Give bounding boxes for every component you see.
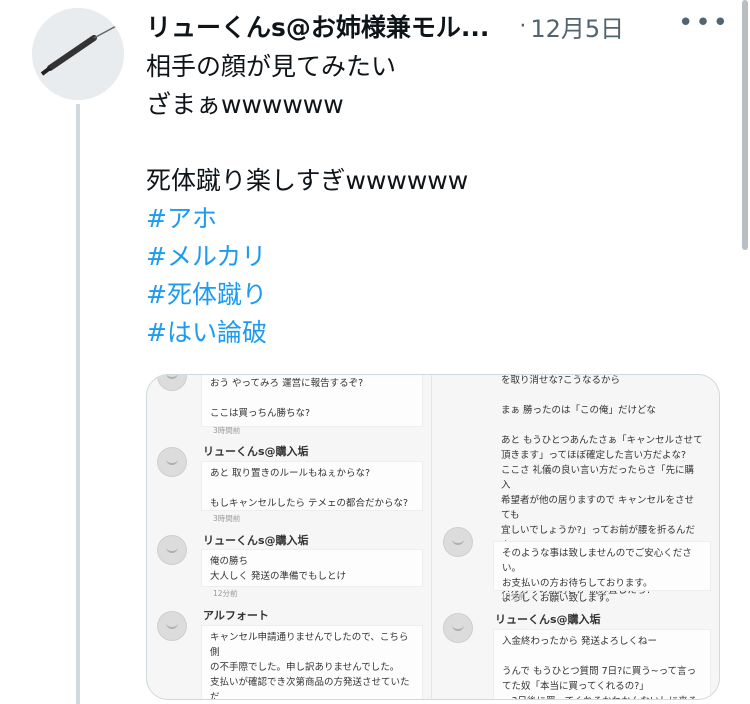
sender-name: リューくんs@購入垢	[203, 534, 309, 547]
message-time: 3時間前	[213, 514, 241, 523]
chat-bubble: キャンセル申請通りませんでしたので、こちら側 の不手際でした。申し訳ありませんで…	[201, 625, 423, 699]
hashtag-link[interactable]: #アホ	[146, 200, 217, 238]
chat-bubble: 入金終わったから 発送よろしくねー うんで もうひとつ質問 7日?に買う~って言…	[493, 629, 711, 699]
thread-line	[76, 104, 80, 704]
avatar[interactable]	[32, 8, 124, 100]
chat-bubble: おう やってみろ 運営に報告するぞ? ここは買っちん勝ちな?	[201, 375, 423, 427]
chat-bubble: そのような事は致しませんのでご安心ください。 お支払いの方お待ちしております。 …	[493, 541, 711, 604]
tweet-text-line: 死体蹴り楽しすぎwwwwww	[146, 166, 469, 195]
tweet-text-line: ざまぁwwwwww	[146, 90, 344, 119]
attached-image[interactable]: おう やってみろ 運営に報告するぞ? ここは買っちん勝ちな? 3時間前 リューく…	[146, 374, 720, 700]
sender-name: アルフォート	[203, 609, 269, 622]
author-name[interactable]: リューくんs@お姉様兼モル...	[146, 8, 489, 44]
chat-message-text: を取り消せな?こうなるから まぁ 勝ったのは「この俺」だけどな あと もうひとつ…	[501, 375, 703, 596]
sender-name: リューくんs@購入垢	[495, 613, 601, 626]
chat-bubble: 俺の勝ち 大人しく 発送の準備でもしとけ	[201, 549, 423, 587]
page-scrollbar[interactable]	[742, 0, 748, 250]
chat-bubble: あと 取り置きのルールもねぇからな? もしキャンセルしたら テメェの都合だからな…	[201, 461, 423, 511]
message-time: 12分前	[213, 589, 238, 598]
more-options-icon[interactable]: •••	[678, 8, 730, 38]
hashtag-link[interactable]: #メルカリ	[146, 238, 266, 276]
tweet-header: リューくんs@お姉様兼モル... · 12月5日 •••	[146, 8, 736, 44]
hashtag-link[interactable]: #はい論破	[146, 314, 267, 352]
user-avatar	[157, 611, 187, 641]
hashtag-link[interactable]: #死体蹴り	[146, 276, 267, 314]
separator: ·	[519, 13, 527, 39]
timestamp[interactable]: 12月5日	[530, 9, 624, 44]
message-time: 19分前	[501, 592, 526, 601]
user-avatar	[157, 535, 187, 565]
syringe-icon	[32, 8, 124, 100]
sender-name: リューくんs@購入垢	[203, 445, 309, 458]
user-avatar	[157, 375, 187, 391]
user-avatar	[157, 447, 187, 477]
chat-column-right: を取り消せな?こうなるから まぁ 勝ったのは「この俺」だけどな あと もうひとつ…	[439, 375, 719, 699]
message-time: 3時間前	[213, 426, 241, 435]
user-avatar	[443, 613, 473, 643]
image-scrollbar	[719, 485, 720, 545]
tweet-text-line: 相手の顔が見てみたい	[146, 52, 397, 81]
chat-column-left: おう やってみろ 運営に報告するぞ? ここは買っちん勝ちな? 3時間前 リューく…	[147, 375, 432, 699]
user-avatar	[443, 527, 473, 557]
